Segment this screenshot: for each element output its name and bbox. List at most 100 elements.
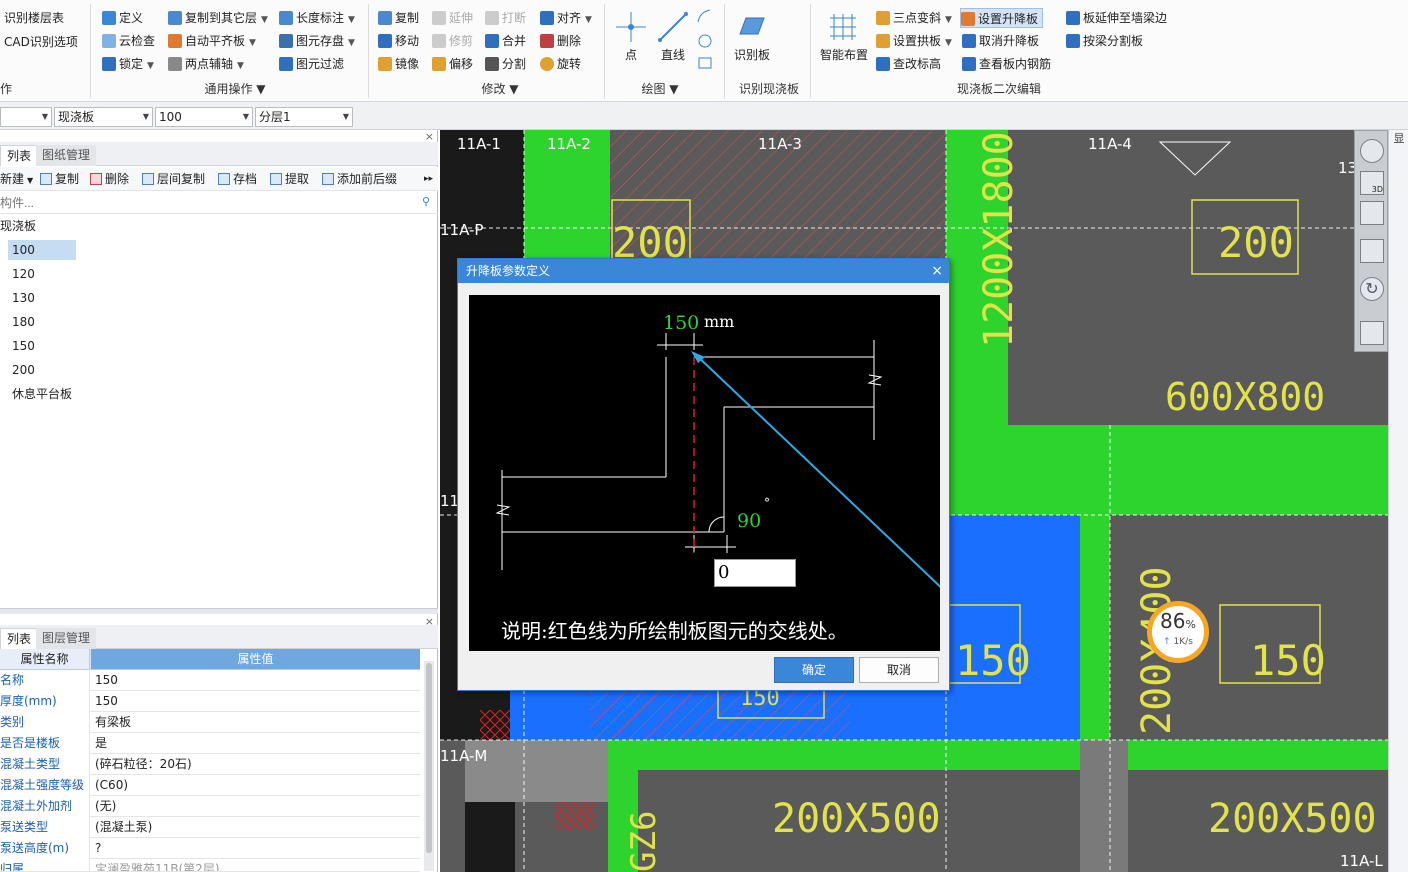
list-item[interactable]: 120 (12, 264, 35, 284)
height-unit: mm (704, 312, 734, 331)
floor-copy-button[interactable]: 层间复制 (142, 170, 205, 188)
define-button[interactable]: 定义 (102, 8, 143, 28)
trim-button[interactable]: 修剪 (432, 31, 473, 51)
network-speed-badge[interactable]: 86% ↑ 1K/s (1147, 601, 1209, 663)
type-combo[interactable]: 现浇板 ▼ (54, 107, 153, 127)
cube-icon[interactable] (1360, 201, 1384, 225)
change-elevation-button[interactable]: 查改标高 (876, 54, 941, 74)
offset-button[interactable]: 偏移 (432, 54, 473, 74)
three-point-slope-button[interactable]: 三点变斜 ▼ (876, 8, 952, 28)
offset-input[interactable]: 0 (714, 559, 796, 587)
point-draw-icon[interactable] (614, 10, 648, 44)
delete-button[interactable]: 删除 (540, 31, 581, 51)
table-row[interactable]: 泵送高度(m)? (0, 838, 420, 859)
extend-to-wall-button[interactable]: 板延伸至墙梁边 (1066, 8, 1167, 28)
line-draw-icon[interactable] (656, 10, 690, 44)
tab-layer-management[interactable]: 图层管理 (36, 628, 97, 649)
panel-toggle[interactable]: 显 (1389, 130, 1408, 148)
refresh-icon[interactable]: ↻ (1360, 277, 1384, 301)
search-input[interactable] (0, 194, 414, 212)
list-item[interactable]: 休息平台板 (12, 384, 72, 404)
raise-lower-dialog: 升降板参数定义 × 150 mm 90 ° 说明:红色线为所绘制板图元的交线处。… (457, 258, 950, 691)
break-button[interactable]: 打断 (485, 8, 526, 28)
line-button[interactable]: 直线 (661, 46, 685, 63)
category-combo[interactable]: ▼ (0, 107, 52, 127)
set-raise-lower-button[interactable]: 设置升降板 (960, 8, 1044, 28)
length-label-button[interactable]: 长度标注 ▼ (279, 8, 355, 28)
split-button[interactable]: 分割 (485, 54, 526, 74)
table-row[interactable]: 泵送类型 (混凝土泵) (0, 817, 420, 838)
box-view-icon[interactable] (1360, 239, 1384, 263)
copy-button[interactable]: 复制 (378, 8, 419, 28)
cad-options-button[interactable]: CAD识别选项 (4, 32, 78, 52)
filter-icon (279, 57, 293, 71)
more-icon[interactable]: ▸▸ (424, 170, 433, 188)
archive-button[interactable]: 存档 (218, 170, 257, 188)
recognize-slab-icon[interactable] (736, 14, 766, 38)
3d-view-icon[interactable]: 3D (1360, 171, 1384, 195)
move-button[interactable]: 移动 (378, 31, 419, 51)
draw-shapes-icons[interactable] (696, 8, 714, 72)
tab-component-list[interactable]: 列表 (0, 145, 39, 166)
copy-component-button[interactable]: 复制 (40, 170, 79, 188)
arch-icon (876, 34, 890, 48)
close-icon[interactable]: × (425, 130, 434, 143)
layer-combo[interactable]: 分层1 ▼ (255, 107, 353, 127)
grid-icon[interactable] (1360, 321, 1384, 345)
tab-property-list[interactable]: 列表 (0, 628, 39, 649)
list-item[interactable]: 100 (8, 240, 76, 260)
extend-button[interactable]: 延伸 (432, 8, 473, 28)
set-arch-slab-button[interactable]: 设置拱板 ▼ (876, 31, 952, 51)
tab-drawing-management[interactable]: 图纸管理 (36, 145, 97, 166)
cloud-check-button[interactable]: 云检查 (102, 31, 155, 51)
element-filter-button[interactable]: 图元过滤 (279, 54, 344, 74)
recognize-floors-button[interactable]: 识别楼层表 (4, 8, 64, 28)
delete-component-button[interactable]: 删除 (90, 170, 129, 188)
globe-icon[interactable] (1360, 139, 1384, 163)
table-row[interactable]: 类别 有梁板 (0, 712, 420, 733)
split-by-beam-button[interactable]: 按梁分割板 (1066, 31, 1143, 51)
property-scrollbar[interactable] (424, 661, 434, 871)
close-icon[interactable]: × (931, 259, 943, 283)
splitter[interactable] (0, 608, 438, 614)
table-row[interactable]: 归属 宝澜盈雅苑11B(第2层) (0, 859, 420, 872)
lock-button[interactable]: 锁定 ▼ (102, 54, 154, 74)
mirror-button[interactable]: 镜像 (378, 54, 419, 74)
list-item[interactable]: 130 (12, 288, 35, 308)
table-row[interactable]: 混凝土类型 (碎石粒径：20石) (0, 754, 420, 775)
table-row[interactable]: 是否是楼板是 (0, 733, 420, 754)
merge-button[interactable]: 合并 (485, 31, 526, 51)
copy-to-other-floor-button[interactable]: 复制到其它层 ▼ (168, 8, 268, 28)
list-item[interactable]: 150 (12, 336, 35, 356)
table-row[interactable]: 厚度(mm) 150 (0, 691, 420, 712)
chevron-down-icon: ▼ (242, 112, 249, 121)
extract-button[interactable]: 提取 (270, 170, 309, 188)
auto-align-slab-button[interactable]: 自动平齐板 ▼ (168, 31, 256, 51)
table-row[interactable]: 混凝土强度等级 (C60) (0, 775, 420, 796)
two-point-axis-button[interactable]: 两点辅轴 ▼ (168, 54, 244, 74)
list-item[interactable]: 200 (12, 360, 35, 380)
view-rebar-button[interactable]: 查看板内钢筋 (962, 54, 1051, 74)
list-item[interactable]: 180 (12, 312, 35, 332)
close-icon[interactable]: × (425, 615, 434, 628)
smart-layout-button[interactable]: 智能布置 (820, 46, 868, 63)
point-button[interactable]: 点 (625, 46, 637, 63)
recognize-slab-button[interactable]: 识别板 (734, 46, 770, 63)
ok-button[interactable]: 确定 (774, 657, 854, 683)
axis-label: 11A-3 (758, 135, 802, 153)
rotate-button[interactable]: 旋转 (540, 54, 581, 74)
column-label: 1200X1800 (976, 131, 1022, 348)
component-combo[interactable]: 100 ▼ (155, 107, 253, 127)
cancel-raise-lower-button[interactable]: 取消升降板 (962, 31, 1039, 51)
cancel-button[interactable]: 取消 (859, 657, 939, 683)
tree-root[interactable]: 现浇板 (0, 216, 36, 236)
search-icon[interactable]: ⚲ (422, 195, 430, 208)
table-row[interactable]: 名称 150 (0, 670, 420, 691)
group-label-left: 作 (0, 82, 13, 96)
add-prefix-button[interactable]: 添加前后缀 (322, 170, 397, 188)
align-button[interactable]: 对齐 ▼ (540, 8, 592, 28)
new-button[interactable]: 新建 ▼ (0, 170, 33, 188)
smart-layout-icon[interactable] (826, 10, 860, 44)
table-row[interactable]: 混凝土外加剂 (无) (0, 796, 420, 817)
element-save-button[interactable]: 图元存盘 ▼ (279, 31, 355, 51)
